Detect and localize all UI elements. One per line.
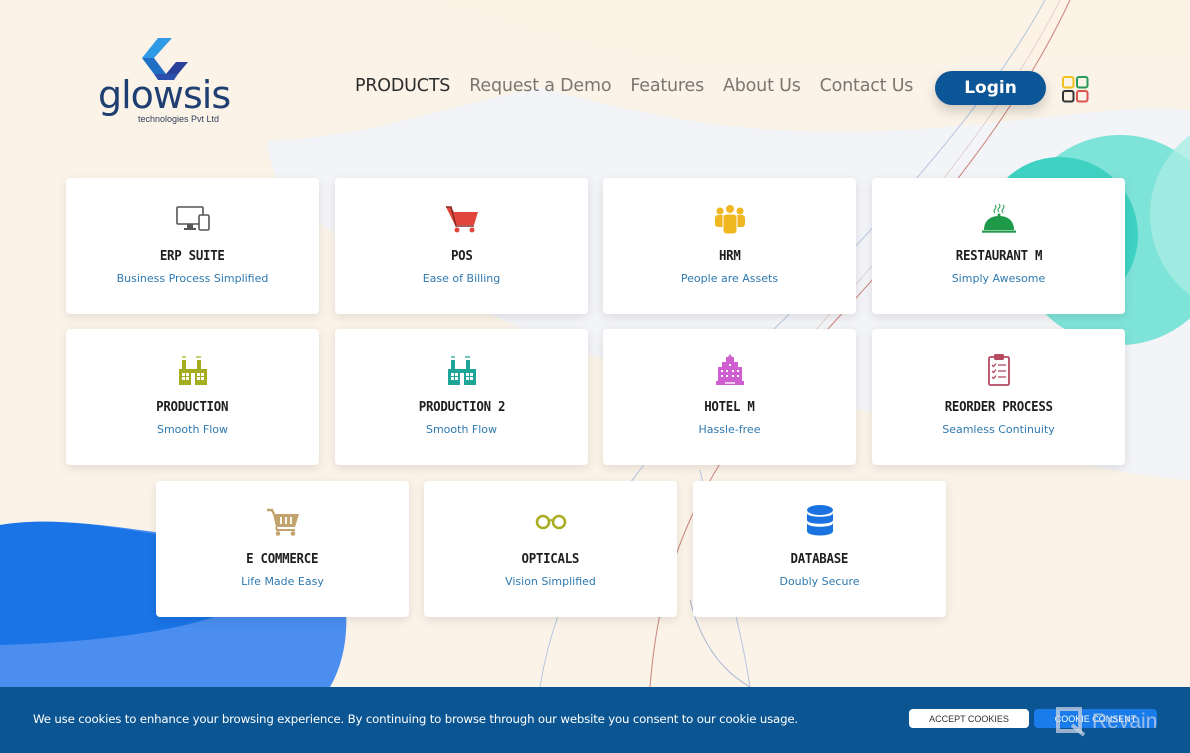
product-subtitle: Ease of Billing xyxy=(422,272,501,285)
grid-apps-icon[interactable] xyxy=(1062,76,1089,103)
product-title: ERP SUITE xyxy=(160,248,225,264)
brand-name: glowsis xyxy=(98,73,231,117)
factory-icon xyxy=(175,354,211,386)
hotel-building-icon xyxy=(712,354,748,386)
shopping-cart-icon xyxy=(444,203,480,235)
product-subtitle: Hassle-free xyxy=(698,423,761,436)
people-group-icon xyxy=(712,203,748,235)
nav-about-us[interactable]: About Us xyxy=(723,76,801,96)
product-subtitle: Doubly Secure xyxy=(779,575,860,588)
product-subtitle: Smooth Flow xyxy=(425,423,498,436)
product-card-e-commerce[interactable]: E COMMERCE Life Made Easy xyxy=(156,481,409,617)
product-title: E COMMERCE xyxy=(246,551,319,567)
product-subtitle: People are Assets xyxy=(680,272,779,285)
cookie-message: We use cookies to enhance your browsing … xyxy=(33,712,798,726)
product-card-restaurant-m[interactable]: RESTAURANT M Simply Awesome xyxy=(872,178,1125,314)
product-subtitle: Life Made Easy xyxy=(241,575,324,588)
nav-request-demo[interactable]: Request a Demo xyxy=(469,76,611,96)
nav-features[interactable]: Features xyxy=(630,76,704,96)
product-subtitle: Vision Simplified xyxy=(505,575,596,588)
nav-products[interactable]: PRODUCTS xyxy=(355,76,450,96)
basket-cart-icon xyxy=(265,506,301,538)
product-title: HOTEL M xyxy=(704,399,755,415)
product-title: REORDER PROCESS xyxy=(944,399,1053,415)
clipboard-checklist-icon xyxy=(981,354,1017,386)
eyeglasses-icon xyxy=(533,506,569,538)
factory-icon xyxy=(444,354,480,386)
product-title: PRODUCTION 2 xyxy=(418,399,505,415)
product-card-database[interactable]: DATABASE Doubly Secure xyxy=(693,481,946,617)
brand-logo[interactable]: glowsis technologies Pvt Ltd xyxy=(98,38,238,128)
food-cloche-icon xyxy=(981,203,1017,235)
login-button[interactable]: Login xyxy=(935,71,1046,105)
product-title: OPTICALS xyxy=(521,551,580,567)
product-card-erp-suite[interactable]: ERP SUITE Business Process Simplified xyxy=(66,178,319,314)
accept-cookies-button[interactable]: ACCEPT COOKIES xyxy=(909,709,1029,728)
nav-contact-us[interactable]: Contact Us xyxy=(820,76,914,96)
product-card-pos[interactable]: POS Ease of Billing xyxy=(335,178,588,314)
product-card-reorder-process[interactable]: REORDER PROCESS Seamless Continuity xyxy=(872,329,1125,465)
cookie-consent-button[interactable]: COOKIE CONSENT xyxy=(1034,709,1157,728)
main-nav: PRODUCTS Request a Demo Features About U… xyxy=(355,76,913,96)
product-card-production-2[interactable]: PRODUCTION 2 Smooth Flow xyxy=(335,329,588,465)
product-title: HRM xyxy=(718,248,741,264)
product-card-hrm[interactable]: HRM People are Assets xyxy=(603,178,856,314)
product-title: RESTAURANT M xyxy=(955,248,1042,264)
product-title: POS xyxy=(450,248,473,264)
product-subtitle: Seamless Continuity xyxy=(942,423,1055,436)
cookie-banner: We use cookies to enhance your browsing … xyxy=(0,687,1190,753)
product-subtitle: Simply Awesome xyxy=(951,272,1046,285)
product-subtitle: Smooth Flow xyxy=(156,423,229,436)
desktop-tablet-icon xyxy=(175,203,211,235)
database-icon xyxy=(802,505,838,538)
product-title: DATABASE xyxy=(790,551,849,567)
product-card-opticals[interactable]: OPTICALS Vision Simplified xyxy=(424,481,677,617)
product-title: PRODUCTION xyxy=(156,399,229,415)
product-card-production[interactable]: PRODUCTION Smooth Flow xyxy=(66,329,319,465)
product-subtitle: Business Process Simplified xyxy=(116,272,269,285)
product-card-hotel-m[interactable]: HOTEL M Hassle-free xyxy=(603,329,856,465)
brand-tagline: technologies Pvt Ltd xyxy=(138,114,220,124)
